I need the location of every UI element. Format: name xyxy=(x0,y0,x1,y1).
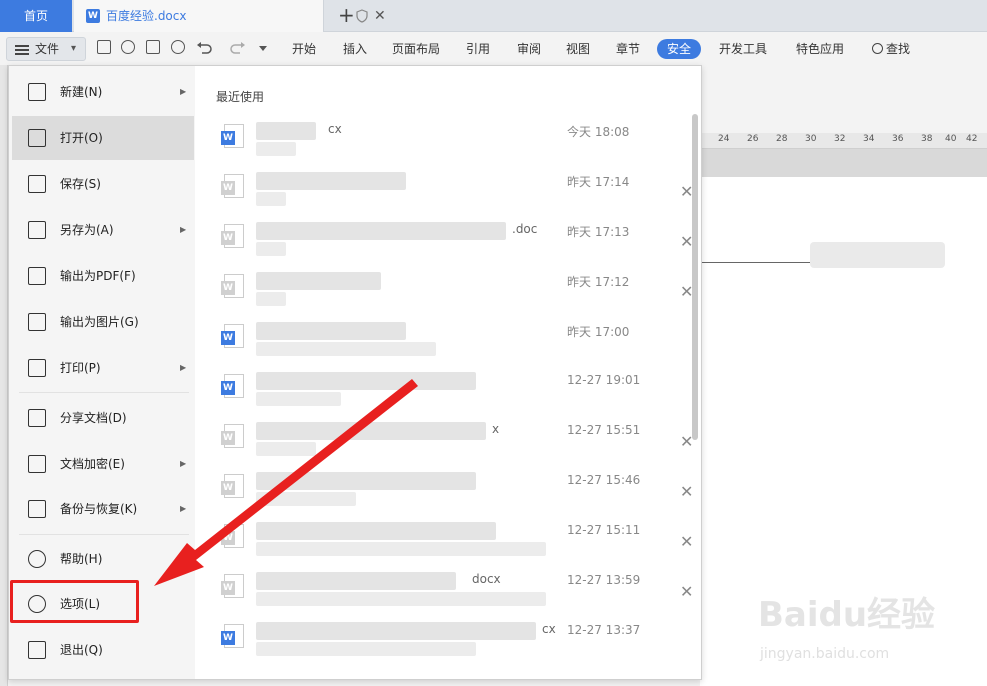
baidu-watermark: Baidu经验 xyxy=(758,595,936,635)
baidu-watermark-url: jingyan.baidu.com xyxy=(760,646,890,662)
annotation-arrow xyxy=(154,379,418,586)
